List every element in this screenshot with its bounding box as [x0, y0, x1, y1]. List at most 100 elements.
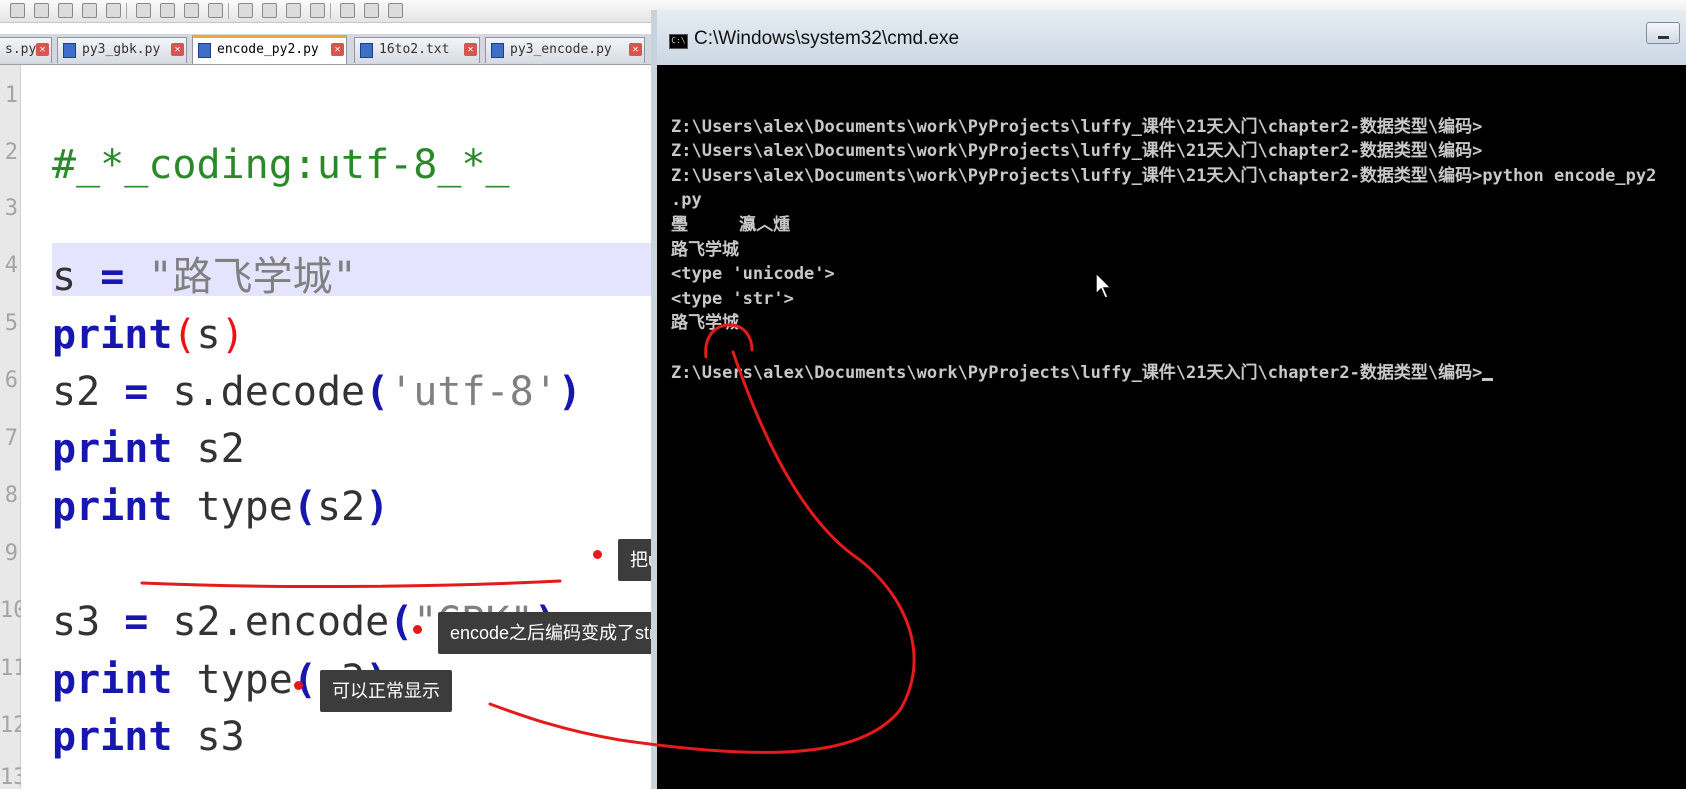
python-file-icon — [198, 43, 211, 58]
paste-icon[interactable] — [160, 3, 175, 18]
mouse-pointer-icon — [1095, 272, 1113, 299]
cmd-prompt: Z:\Users\alex\Documents\work\PyProjects\… — [671, 362, 1483, 383]
code-line-3[interactable]: s = "路飞学城" — [52, 252, 357, 302]
annotation-tooltip-type: encode之后编码变成了str — [438, 612, 668, 654]
open-paren: ( — [365, 369, 390, 415]
code-line-11[interactable]: print s3 — [52, 712, 245, 762]
line-number: 7 — [4, 426, 18, 451]
cmd-line — [671, 90, 1681, 115]
tab-label: encode_py2.py — [217, 42, 319, 57]
line-number: 13 — [0, 765, 27, 790]
cmd-window-title: C:\Windows\system32\cmd.exe — [694, 28, 960, 49]
line-number: 3 — [4, 196, 18, 221]
cmd-window[interactable]: C:\ C:\Windows\system32\cmd.exe Z:\Users… — [651, 10, 1686, 789]
annotation-dot — [413, 625, 422, 634]
assign-op: = — [100, 254, 125, 300]
close-paren: ) — [220, 312, 245, 358]
zoom-in-icon[interactable] — [286, 3, 301, 18]
toolbar-separator — [228, 3, 229, 19]
cmd-line: 路飞学城 — [671, 239, 739, 260]
string-literal: "路飞学城" — [148, 254, 357, 300]
line-number: 4 — [4, 253, 18, 278]
editor-tab-bar: s.py ✕ py3_gbk.py ✕ encode_py2.py ✕ 16to… — [0, 34, 660, 65]
tab-encode-py2[interactable]: encode_py2.py ✕ — [192, 35, 347, 64]
line-number: 1 — [4, 83, 18, 108]
redo-icon[interactable] — [208, 3, 223, 18]
tab-label: s.py — [5, 42, 37, 57]
cmd-title-bar[interactable]: C:\ C:\Windows\system32\cmd.exe — [657, 10, 1686, 65]
print-icon[interactable] — [82, 3, 97, 18]
line-number: 12 — [0, 713, 27, 738]
tab-py3-encode[interactable]: py3_encode.py ✕ — [485, 37, 645, 63]
type-call: type — [196, 484, 293, 530]
cmd-line: Z:\Users\alex\Documents\work\PyProjects\… — [671, 141, 1483, 162]
wrap-icon[interactable] — [364, 3, 379, 18]
arg-s2: s2 — [316, 484, 366, 530]
cmd-prompt-line[interactable]: Z:\Users\alex\Documents\work\PyProjects\… — [671, 361, 1681, 386]
code-line-5[interactable]: s2 = s.decode('utf-8') — [52, 367, 582, 417]
code-line-7[interactable]: print type(s2) — [52, 482, 389, 532]
zoom-out-icon[interactable] — [310, 3, 325, 18]
decode-call: s.decode — [172, 369, 366, 415]
python-file-icon — [491, 43, 504, 58]
line-number: 9 — [4, 541, 18, 566]
close-tab-icon[interactable]: ✕ — [36, 43, 49, 56]
cmd-output[interactable]: Z:\Users\alex\Documents\work\PyProjects\… — [671, 90, 1681, 780]
line-number: 6 — [4, 368, 18, 393]
new-icon[interactable] — [10, 3, 25, 18]
encode-call: s2.encode — [172, 599, 390, 645]
close-paren: ) — [557, 369, 582, 415]
toolbar-separator — [330, 3, 331, 19]
string-literal: 'utf-8' — [389, 369, 558, 415]
open-icon[interactable] — [34, 3, 49, 18]
code-line-4[interactable]: print(s) — [52, 310, 245, 360]
text-file-icon — [360, 43, 373, 58]
copy-icon[interactable] — [136, 3, 151, 18]
var-s2: s2 — [52, 369, 101, 415]
cmd-line: <type 'str'> — [671, 288, 794, 309]
line-number: 11 — [0, 656, 27, 681]
cmd-line: .py — [671, 190, 702, 211]
type-call: type — [196, 657, 293, 703]
close-tab-icon[interactable]: ✕ — [629, 43, 642, 56]
sync-icon[interactable] — [340, 3, 355, 18]
line-number: 10 — [0, 598, 27, 623]
cmd-line: 璺 瀛︿煄 — [671, 214, 791, 235]
cut-icon[interactable] — [106, 3, 121, 18]
tab-16to2[interactable]: 16to2.txt ✕ — [354, 37, 480, 63]
close-tab-icon[interactable]: ✕ — [171, 43, 184, 56]
save-icon[interactable] — [58, 3, 73, 18]
cmd-line: Z:\Users\alex\Documents\work\PyProjects\… — [671, 165, 1657, 186]
print-keyword: print — [52, 657, 173, 703]
code-line-6[interactable]: print s2 — [52, 424, 245, 474]
cmd-line — [671, 336, 1681, 361]
python-file-icon — [63, 43, 76, 58]
annotation-tooltip-print: 可以正常显示 — [320, 670, 452, 712]
close-tab-icon[interactable]: ✕ — [331, 43, 344, 56]
close-paren: ) — [365, 484, 390, 530]
annotation-dot — [593, 550, 602, 559]
line-number: 2 — [4, 140, 18, 165]
assign-op: = — [124, 599, 149, 645]
code-line-1[interactable]: #_*_coding:utf-8_*_ — [52, 140, 510, 190]
minimize-button[interactable] — [1646, 22, 1680, 44]
print-keyword: print — [52, 312, 173, 358]
print-keyword: print — [52, 426, 173, 472]
open-paren: ( — [292, 484, 317, 530]
print-keyword: print — [52, 714, 173, 760]
coding-comment: #_*_coding:utf-8_*_ — [52, 142, 510, 188]
replace-icon[interactable] — [262, 3, 277, 18]
find-icon[interactable] — [238, 3, 253, 18]
print-keyword: print — [52, 484, 173, 530]
cmd-line: <type 'unicode'> — [671, 264, 835, 285]
tab-py3-gbk[interactable]: py3_gbk.py ✕ — [57, 37, 187, 63]
var-s: s — [52, 254, 77, 300]
close-tab-icon[interactable]: ✕ — [464, 43, 477, 56]
text-cursor — [1482, 377, 1494, 381]
undo-icon[interactable] — [184, 3, 199, 18]
indent-icon[interactable] — [388, 3, 403, 18]
line-number-gutter: 1 2 3 4 5 6 7 8 9 10 11 12 13 — [0, 65, 27, 790]
open-paren: ( — [292, 657, 317, 703]
tab-s-py[interactable]: s.py ✕ — [0, 37, 52, 63]
open-paren: ( — [389, 599, 414, 645]
